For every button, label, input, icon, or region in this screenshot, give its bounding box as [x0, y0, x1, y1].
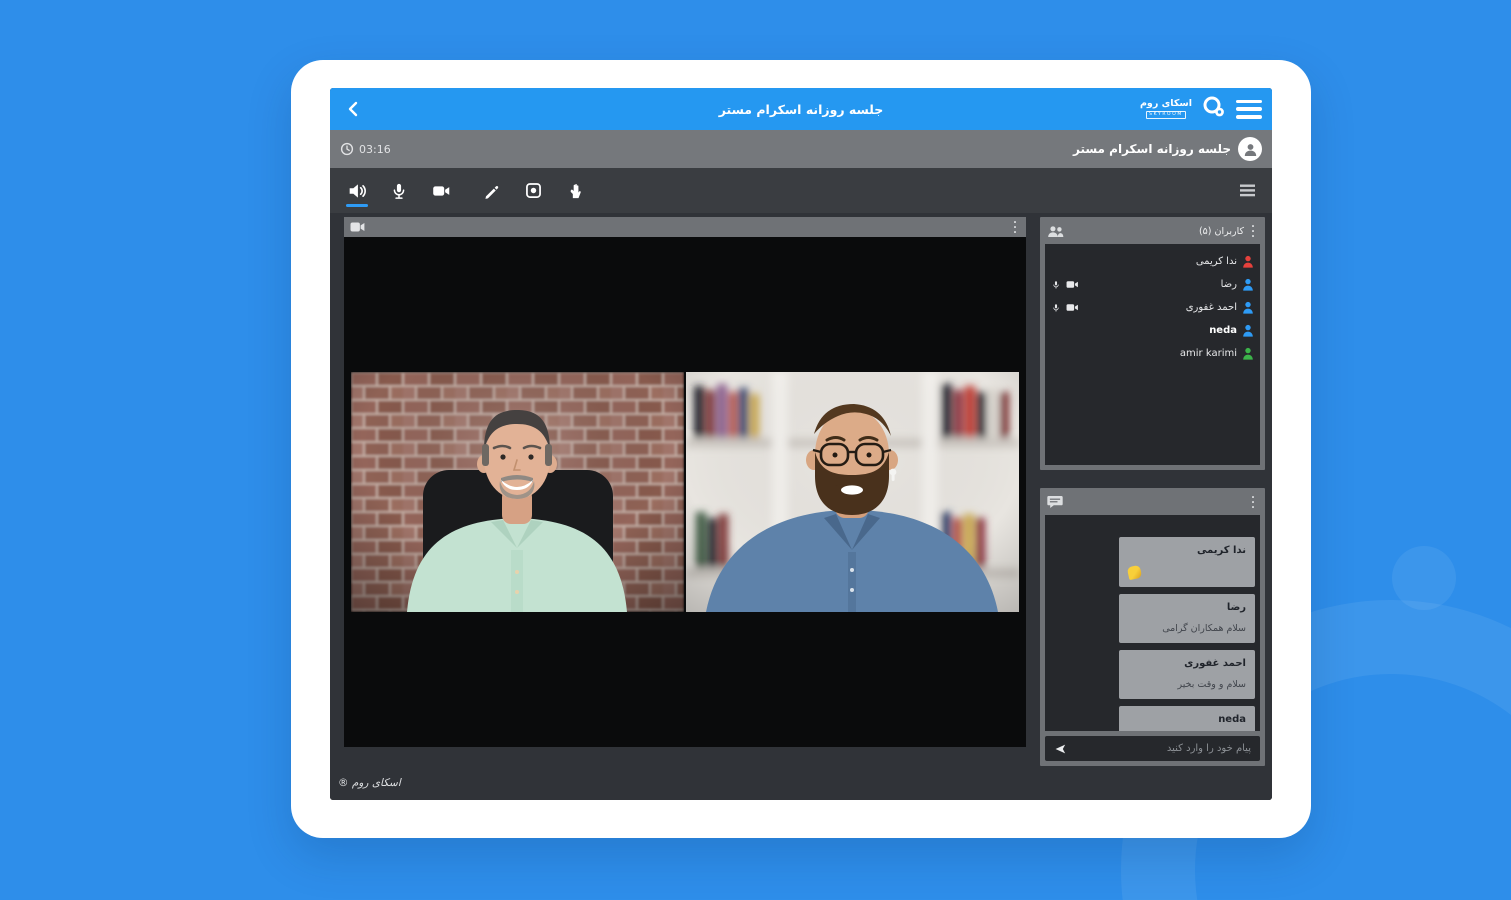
layout-list-button[interactable]	[1236, 180, 1258, 200]
participant-name: amir karimi	[1180, 348, 1237, 359]
participant-row[interactable]: ندا کریمی	[1045, 250, 1260, 273]
thumbs-up-emoji	[1127, 565, 1142, 580]
chat-bubble-icon	[1047, 495, 1063, 509]
send-icon	[1053, 742, 1068, 756]
speaker-icon	[346, 180, 368, 202]
participant-name: رضا	[1221, 279, 1237, 290]
skyroom-watermark: اسکای روم ®	[338, 777, 401, 789]
media-toolbar	[330, 168, 1272, 213]
desktop-background: جلسه روزانه اسکرام مستر اسکای روم SKYROO…	[0, 0, 1511, 900]
video-feed-bookshelf[interactable]	[686, 372, 1019, 612]
chat-message[interactable]: ندا کریمی	[1119, 537, 1255, 587]
message-author: ندا کریمی	[1128, 545, 1246, 557]
app-header: جلسه روزانه اسکرام مستر اسکای روم SKYROO…	[330, 88, 1272, 130]
chat-message[interactable]: رضا سلام همکاران گرامی	[1119, 594, 1255, 643]
brand-logo-text: اسکای روم SKYROOM	[1140, 99, 1192, 119]
clock-icon	[340, 142, 354, 156]
camera-on-icon	[1066, 279, 1079, 290]
main-area: اسکای روم ® کاربران (۵) ندا کریمی	[330, 213, 1272, 800]
menu-button[interactable]	[1236, 100, 1262, 119]
participant-name: احمد غفوری	[1186, 302, 1237, 313]
participants-panel: کاربران (۵) ندا کریمی	[1040, 217, 1265, 470]
microphone-icon	[389, 180, 409, 202]
participant-row[interactable]: رضا	[1045, 273, 1260, 296]
hand-icon	[565, 181, 585, 201]
message-text: سلام و وقت بخیر	[1128, 679, 1246, 691]
chat-message[interactable]: neda	[1119, 706, 1255, 731]
message-input[interactable]	[1068, 742, 1253, 755]
participant-row[interactable]: amir karimi	[1045, 342, 1260, 365]
chat-header	[1045, 493, 1260, 511]
back-button[interactable]	[340, 96, 366, 122]
chat-messages: ندا کریمی رضا سلام همکاران گرامی احمد غف…	[1045, 515, 1260, 731]
person-status-icon	[1242, 255, 1254, 268]
camera-button[interactable]	[424, 174, 458, 208]
video-body	[344, 237, 1026, 747]
chat-input-bar	[1045, 736, 1260, 761]
room-title: جلسه روزانه اسکرام مستر	[1073, 142, 1231, 156]
video-panel-header	[344, 217, 1026, 237]
microphone-button[interactable]	[382, 174, 416, 208]
draw-button[interactable]	[474, 174, 508, 208]
chat-menu[interactable]	[1248, 495, 1258, 509]
session-timer: 03:16	[340, 142, 391, 156]
room-info: جلسه روزانه اسکرام مستر	[1073, 137, 1262, 161]
background-brand-dot	[1392, 546, 1456, 610]
page-title: جلسه روزانه اسکرام مستر	[719, 102, 884, 117]
message-author: احمد غفوری	[1128, 658, 1246, 670]
participants-title: کاربران (۵)	[1199, 226, 1244, 237]
pen-icon	[481, 181, 501, 201]
mic-on-icon	[1051, 279, 1061, 291]
screen-share-button[interactable]	[516, 174, 550, 208]
person-status-icon	[1242, 301, 1254, 314]
mic-on-icon	[1051, 302, 1061, 314]
brand-logo-icon	[1201, 94, 1227, 124]
message-author: neda	[1128, 714, 1246, 726]
participants-header: کاربران (۵)	[1045, 222, 1260, 240]
participant-row[interactable]: neda	[1045, 319, 1260, 342]
video-feed-brick-wall[interactable]	[351, 372, 684, 612]
participant-name: ندا کریمی	[1196, 256, 1237, 267]
app-screen: جلسه روزانه اسکرام مستر اسکای روم SKYROO…	[330, 88, 1272, 800]
camera-on-icon	[1066, 302, 1079, 313]
list-icon	[1239, 183, 1256, 198]
screen-record-icon	[523, 180, 544, 201]
person-status-icon	[1242, 278, 1254, 291]
status-bar: 03:16 جلسه روزانه اسکرام مستر	[330, 130, 1272, 168]
chat-panel: ندا کریمی رضا سلام همکاران گرامی احمد غف…	[1040, 488, 1265, 766]
participants-menu[interactable]	[1248, 224, 1258, 238]
chevron-left-icon	[346, 101, 360, 117]
speaker-button[interactable]	[340, 174, 374, 208]
raise-hand-button[interactable]	[558, 174, 592, 208]
chat-message[interactable]: احمد غفوری سلام و وقت بخیر	[1119, 650, 1255, 699]
camera-panel-icon	[350, 221, 365, 233]
video-camera-icon	[430, 180, 452, 202]
video-panel	[344, 217, 1026, 747]
person-status-icon	[1242, 347, 1254, 360]
video-panel-menu[interactable]	[1010, 220, 1020, 234]
user-avatar-icon[interactable]	[1238, 137, 1262, 161]
right-sidebar: کاربران (۵) ندا کریمی	[1040, 217, 1265, 766]
timer-value: 03:16	[359, 143, 391, 156]
header-right-group: اسکای روم SKYROOM	[1140, 88, 1262, 130]
message-author: رضا	[1128, 602, 1246, 614]
send-button[interactable]	[1052, 741, 1068, 757]
brand-name-en: SKYROOM	[1146, 111, 1186, 120]
brand-name-fa: اسکای روم	[1140, 99, 1192, 109]
message-text: سلام همکاران گرامی	[1128, 623, 1246, 635]
participant-name: neda	[1209, 325, 1237, 336]
people-icon	[1047, 225, 1064, 238]
participants-list: ندا کریمی رضا	[1045, 244, 1260, 465]
participant-row[interactable]: احمد غفوری	[1045, 296, 1260, 319]
person-status-icon	[1242, 324, 1254, 337]
